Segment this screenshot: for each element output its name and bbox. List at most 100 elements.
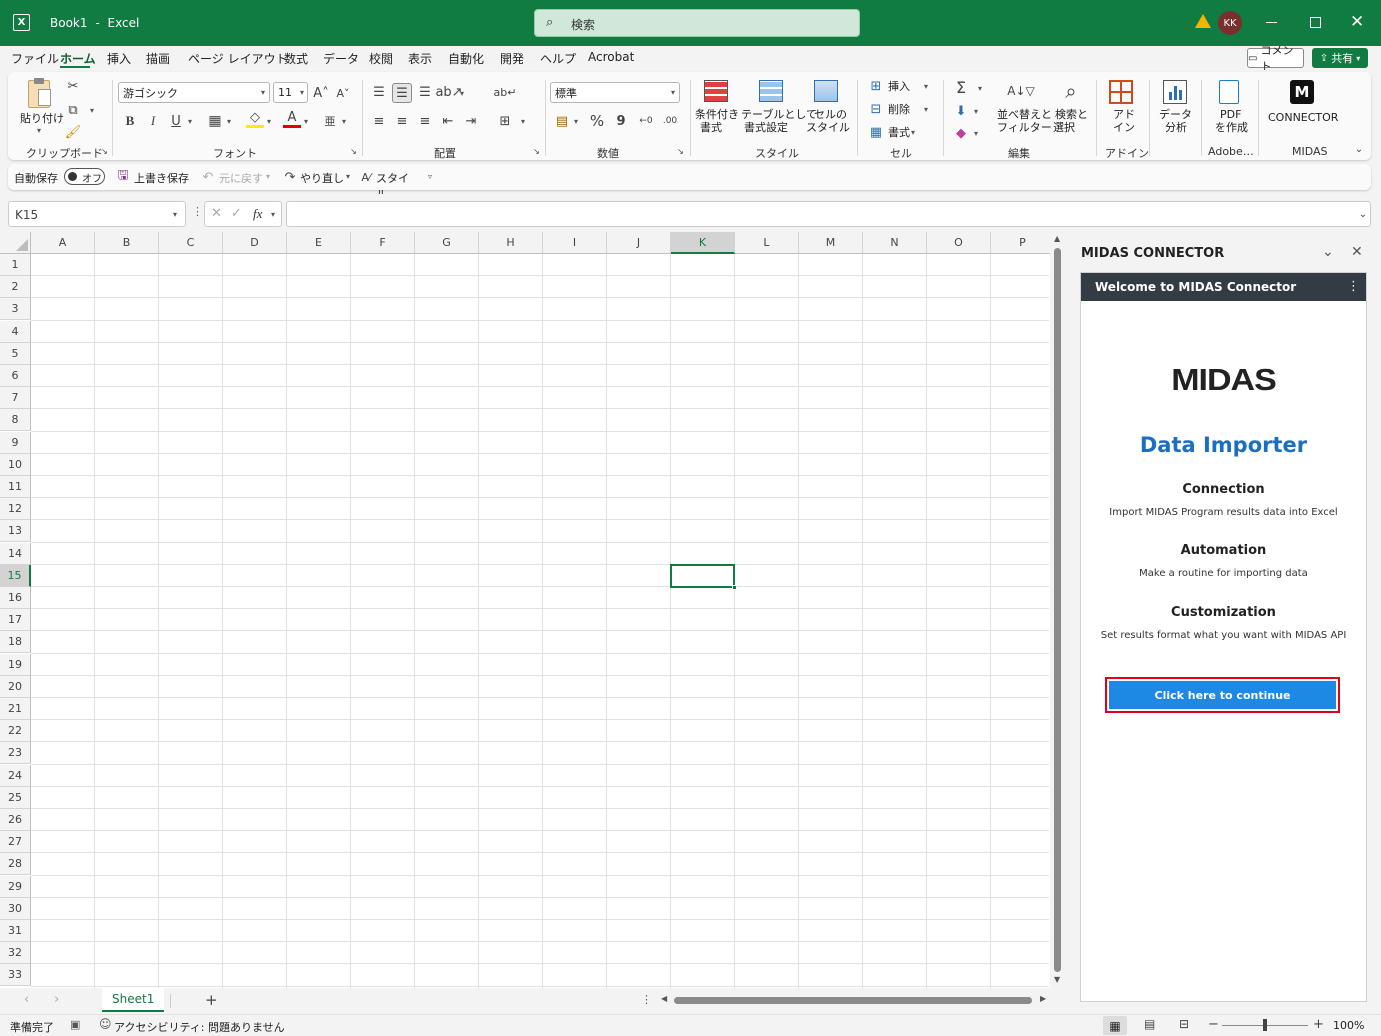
column-header[interactable]: C xyxy=(159,232,223,254)
row-header[interactable]: 32 xyxy=(0,942,31,965)
search-box[interactable]: ⌕ 検索 xyxy=(534,9,860,37)
align-top-icon[interactable]: ☰ xyxy=(370,83,388,101)
redo-button[interactable]: ↷ やり直し ▾ xyxy=(282,168,354,186)
font-size-select[interactable]: 11 ▾ xyxy=(273,82,308,103)
row-header[interactable]: 24 xyxy=(0,764,31,787)
align-middle-icon[interactable]: ☰ xyxy=(392,83,412,103)
column-header[interactable]: M xyxy=(799,232,863,254)
cancel-icon[interactable]: ✕ xyxy=(211,206,222,221)
tab-draw[interactable]: 描画 xyxy=(146,50,170,67)
row-header[interactable]: 10 xyxy=(0,453,31,476)
comma-style-button[interactable]: 9 xyxy=(612,112,630,130)
excel-app-icon[interactable]: X xyxy=(13,14,30,31)
row-header[interactable]: 19 xyxy=(0,653,31,676)
tab-page-layout[interactable]: ページ レイアウト xyxy=(188,50,288,67)
row-header[interactable]: 6 xyxy=(0,365,31,387)
zoom-in-button[interactable]: + xyxy=(1313,1017,1324,1032)
wrap-text-icon[interactable]: ab↵ xyxy=(494,83,517,101)
formula-input[interactable]: ⌄ xyxy=(286,201,1371,227)
align-bottom-icon[interactable]: ☰ xyxy=(416,83,434,101)
column-header[interactable]: L xyxy=(735,232,799,254)
merge-center-icon[interactable]: ⊞ xyxy=(496,112,514,130)
column-header[interactable]: K xyxy=(671,232,735,254)
underline-button[interactable]: U xyxy=(167,112,185,130)
add-sheet-button[interactable]: + xyxy=(205,991,218,1009)
fill-handle[interactable] xyxy=(732,584,737,590)
sort-filter-button[interactable]: A↓▽ 並べ替えと フィルター xyxy=(993,78,1052,140)
row-header[interactable]: 3 xyxy=(0,298,31,321)
close-pane-icon[interactable]: ✕ xyxy=(1351,244,1363,260)
row-header[interactable]: 16 xyxy=(0,587,31,609)
more-options-icon[interactable]: ⋮ xyxy=(641,993,652,1006)
worksheet-grid[interactable]: A B C D E F G H I J K L M N O P 1 2 3 4 5 6 7 8 9 10 11 12 13 14 15 16 1… xyxy=(0,232,1067,988)
conditional-formatting-button[interactable]: 条件付き 書式 xyxy=(694,78,739,140)
chevron-down-icon[interactable]: ▾ xyxy=(227,117,231,126)
row-header[interactable]: 13 xyxy=(0,520,31,543)
row-header[interactable]: 22 xyxy=(0,720,31,743)
chevron-down-icon[interactable]: ▾ xyxy=(521,117,525,126)
tab-formulas[interactable]: 数式 xyxy=(284,50,308,67)
insert-function-icon[interactable]: fx xyxy=(253,206,262,222)
row-header[interactable]: 9 xyxy=(0,431,31,454)
align-center-icon[interactable]: ≡ xyxy=(393,112,411,130)
column-header[interactable]: I xyxy=(543,232,607,254)
vertical-scroll-thumb[interactable] xyxy=(1054,248,1061,972)
cut-icon[interactable]: ✂ xyxy=(65,78,81,94)
row-header[interactable]: 7 xyxy=(0,387,31,410)
tab-acrobat[interactable]: Acrobat xyxy=(588,50,634,64)
scroll-down-icon[interactable]: ▼ xyxy=(1054,975,1060,984)
continue-button[interactable]: Click here to continue xyxy=(1109,681,1336,709)
chevron-down-icon[interactable]: ▾ xyxy=(188,117,192,126)
zoom-level[interactable]: 100% xyxy=(1333,1019,1364,1032)
column-header[interactable]: A xyxy=(31,232,95,254)
scroll-right-icon[interactable]: ▶ xyxy=(1040,994,1046,1003)
next-sheet-icon[interactable]: › xyxy=(54,992,59,1007)
comment-button[interactable]: ▭ コメント xyxy=(1247,44,1304,73)
decrease-indent-icon[interactable]: ⇤ xyxy=(439,112,457,130)
scroll-left-icon[interactable]: ◀ xyxy=(661,994,667,1003)
zoom-slider[interactable] xyxy=(1222,1019,1308,1031)
tab-data[interactable]: データ xyxy=(323,50,359,67)
minimize-icon[interactable] xyxy=(1266,22,1277,23)
accessibility-icon[interactable]: ☺ xyxy=(99,1017,112,1031)
tab-automate[interactable]: 自動化 xyxy=(448,50,484,67)
paste-button[interactable]: 貼り付け ▾ xyxy=(18,78,64,140)
dialog-launcher-icon[interactable]: ↘ xyxy=(100,147,109,156)
chevron-down-icon[interactable]: ▾ xyxy=(304,117,308,126)
kebab-menu-icon[interactable]: ⋮ xyxy=(1347,279,1360,294)
dialog-launcher-icon[interactable]: ↘ xyxy=(676,147,685,156)
chevron-down-icon[interactable]: ▾ xyxy=(460,89,464,98)
decrease-font-size-icon[interactable]: A˅ xyxy=(334,84,352,102)
column-header[interactable]: D xyxy=(223,232,287,254)
delete-cells-button[interactable]: ⊟ 削除 ▾ xyxy=(866,101,934,119)
tab-help[interactable]: ヘルプ xyxy=(540,50,576,67)
increase-font-size-icon[interactable]: A˄ xyxy=(312,84,330,102)
chevron-down-icon[interactable]: ▾ xyxy=(90,106,94,115)
tab-file[interactable]: ファイル xyxy=(11,50,59,67)
column-header[interactable]: E xyxy=(287,232,351,254)
row-header[interactable]: 2 xyxy=(0,276,31,299)
row-header[interactable]: 12 xyxy=(0,498,31,521)
enter-icon[interactable]: ✓ xyxy=(231,206,242,221)
selected-cell[interactable] xyxy=(670,563,737,590)
normal-view-button[interactable]: ▦ xyxy=(1103,1016,1127,1035)
zoom-out-button[interactable]: − xyxy=(1208,1017,1219,1032)
column-header[interactable]: B xyxy=(95,232,159,254)
phonetic-icon[interactable]: 亜 xyxy=(321,112,339,130)
row-header[interactable]: 27 xyxy=(0,831,31,854)
tab-developer[interactable]: 開発 xyxy=(500,50,524,67)
select-all-corner[interactable] xyxy=(0,232,31,254)
horizontal-scroll-thumb[interactable] xyxy=(674,997,1032,1004)
avatar[interactable]: KK xyxy=(1218,11,1242,35)
find-select-button[interactable]: ⌕ 検索と 選択 xyxy=(1051,78,1091,140)
share-button[interactable]: ⇪ 共有 ▾ xyxy=(1312,48,1368,68)
row-header[interactable]: 21 xyxy=(0,698,31,720)
row-header[interactable]: 17 xyxy=(0,609,31,632)
format-painter-icon[interactable]: 🖌 xyxy=(65,124,82,140)
increase-indent-icon[interactable]: ⇥ xyxy=(462,112,480,130)
row-header[interactable]: 20 xyxy=(0,675,31,698)
undo-button[interactable]: ↶ 元に戻す ▾ xyxy=(200,168,272,186)
save-button[interactable]: 🖫 上書き保存 xyxy=(115,168,191,186)
more-options-icon[interactable]: ⋮ xyxy=(192,205,203,218)
tab-insert[interactable]: 挿入 xyxy=(107,50,131,67)
